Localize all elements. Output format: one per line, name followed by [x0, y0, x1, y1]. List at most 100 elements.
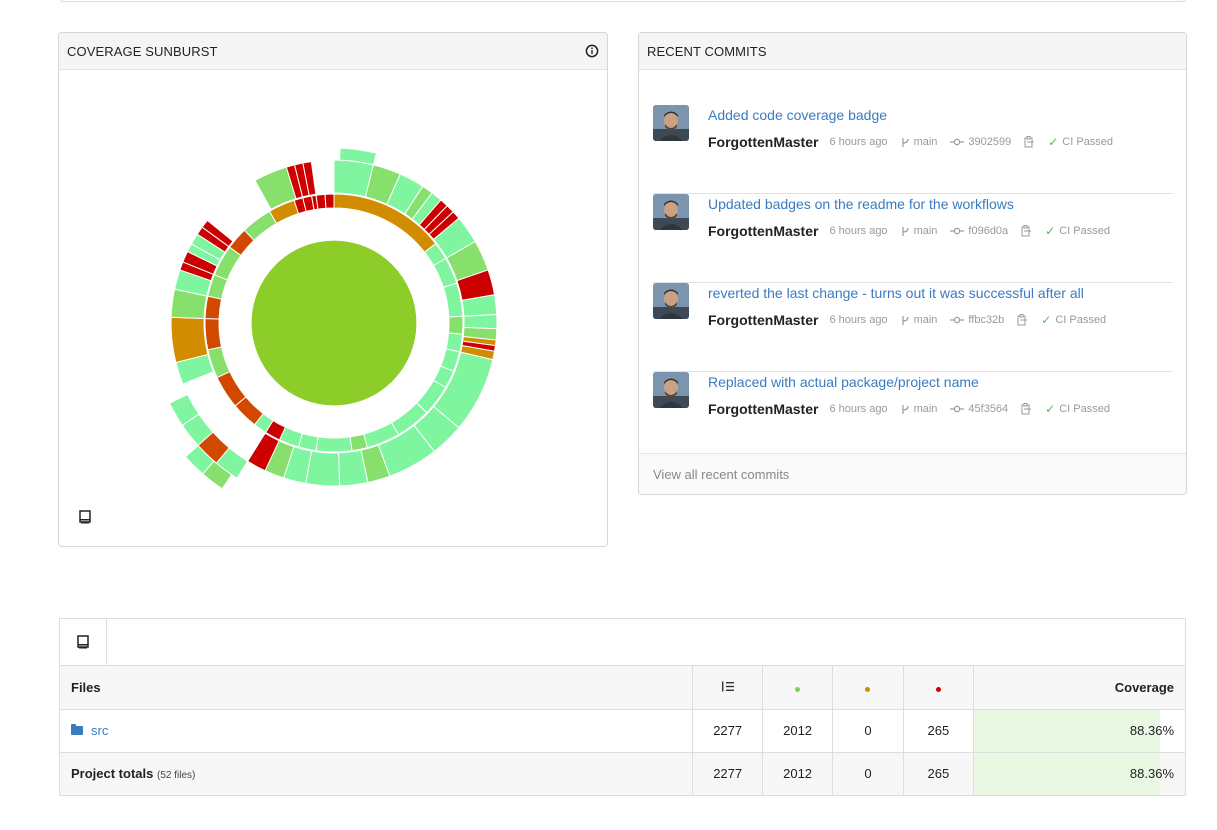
coverage-cell: 88.36%	[972, 709, 1185, 752]
branch-icon	[901, 137, 909, 147]
sunburst-segment[interactable]	[216, 370, 247, 407]
commit-author[interactable]: ForgottenMaster	[708, 223, 818, 239]
table-header-row: Files Coverage	[60, 666, 1185, 709]
branch-icon	[901, 404, 909, 414]
sunburst-segment[interactable]	[324, 193, 335, 209]
sunburst-chart[interactable]	[59, 70, 607, 510]
branch-icon	[901, 226, 909, 236]
sunburst-segment[interactable]	[315, 436, 353, 453]
totals-hits-cell: 2012	[762, 752, 833, 795]
commit-title-link[interactable]: Replaced with actual package/project nam…	[708, 374, 979, 390]
commit-title-link[interactable]: Updated badges on the readme for the wor…	[708, 196, 1014, 212]
ci-status-text: CI Passed	[1062, 136, 1114, 148]
lines-cell: 2277	[692, 709, 763, 752]
totals-coverage-value: 88.36%	[1129, 766, 1174, 782]
commits-header: RECENT COMMITS	[639, 33, 1186, 70]
ci-status-text: CI Passed	[1055, 314, 1107, 326]
copy-icon[interactable]	[1021, 225, 1032, 237]
commit-sha[interactable]: 3902599	[950, 136, 1011, 148]
commit-icon	[950, 227, 965, 235]
check-icon: ✓	[1041, 313, 1052, 327]
commit-item[interactable]: Replaced with actual package/project nam…	[653, 372, 1173, 461]
recent-commits-panel: RECENT COMMITS Added code coverage badge…	[638, 32, 1187, 495]
sha-value: 45f3564	[968, 403, 1009, 415]
lines-icon	[721, 680, 734, 695]
check-icon: ✓	[1045, 402, 1056, 416]
ci-status: ✓ CI Passed	[1045, 402, 1110, 416]
book-icon[interactable]	[78, 510, 92, 524]
copy-icon[interactable]	[1017, 314, 1028, 326]
commit-sha[interactable]: ffbc32b	[950, 314, 1004, 326]
totals-file-count: (52 files)	[156, 770, 196, 782]
lines-header[interactable]	[692, 666, 763, 709]
commit-author[interactable]: ForgottenMaster	[708, 134, 818, 150]
ci-status-text: CI Passed	[1059, 225, 1110, 237]
branch-name: main	[913, 136, 938, 148]
commits-title: RECENT COMMITS	[647, 43, 767, 59]
commit-title-link[interactable]: reverted the last change - turns out it …	[708, 285, 1084, 301]
commit-time: 6 hours ago	[829, 403, 888, 415]
commit-sha[interactable]: f096d0a	[950, 225, 1008, 237]
hits-header[interactable]	[762, 666, 833, 709]
info-circle-icon[interactable]	[585, 44, 599, 58]
avatar[interactable]	[653, 105, 689, 141]
commit-branch: main	[901, 225, 938, 237]
commit-title-link[interactable]: Added code coverage badge	[708, 107, 887, 123]
sunburst-header: COVERAGE SUNBURST	[59, 33, 607, 70]
commit-branch: main	[901, 403, 937, 415]
coverage-sunburst-panel: COVERAGE SUNBURST	[58, 32, 608, 547]
table-row[interactable]: src 2277 2012 0 265 88.36%	[60, 709, 1185, 752]
sha-value: 3902599	[968, 136, 1012, 148]
commit-time: 6 hours ago	[829, 225, 888, 237]
commit-meta: ForgottenMaster 6 hours ago main 3902599…	[708, 134, 1113, 150]
commit-author[interactable]: ForgottenMaster	[708, 401, 818, 417]
commit-branch: main	[901, 314, 938, 326]
misses-header[interactable]	[902, 666, 974, 709]
totals-label: Project totals	[71, 766, 154, 782]
sunburst-segment[interactable]	[448, 315, 464, 335]
book-icon[interactable]	[60, 619, 107, 665]
coverage-value: 88.36%	[1129, 723, 1174, 738]
copy-icon[interactable]	[1024, 136, 1035, 148]
branch-name: main	[913, 314, 938, 326]
commit-icon	[950, 405, 965, 413]
top-card-edge	[59, 0, 1186, 2]
branch-icon	[901, 315, 909, 325]
branch-name: main	[913, 225, 938, 237]
totals-row: Project totals (52 files) 2277 2012 0 26…	[60, 752, 1185, 795]
sunburst-segment[interactable]	[315, 193, 327, 210]
commit-item[interactable]: reverted the last change - turns out it …	[653, 283, 1173, 372]
commit-author[interactable]: ForgottenMaster	[708, 312, 818, 328]
files-header[interactable]: Files	[60, 666, 693, 709]
commit-sha[interactable]: 45f3564	[950, 403, 1008, 415]
partials-header[interactable]	[832, 666, 904, 709]
coverage-header[interactable]: Coverage	[972, 666, 1185, 709]
partials-cell: 0	[832, 709, 904, 752]
folder-name: src	[91, 723, 109, 738]
file-name-cell[interactable]: src	[60, 709, 693, 752]
totals-misses-cell: 265	[902, 752, 974, 795]
avatar[interactable]	[653, 194, 689, 230]
totals-partials-cell: 0	[832, 752, 904, 795]
src-folder-link[interactable]: src	[71, 723, 108, 738]
commit-item[interactable]: Added code coverage badge ForgottenMaste…	[653, 105, 1173, 194]
view-all-commits-link[interactable]: View all recent commits	[639, 453, 1186, 494]
commit-item[interactable]: Updated badges on the readme for the wor…	[653, 194, 1173, 283]
sunburst-segment[interactable]	[170, 316, 209, 364]
copy-icon[interactable]	[1021, 403, 1032, 415]
commit-meta: ForgottenMaster 6 hours ago main f096d0a…	[708, 223, 1110, 239]
sunburst-segment[interactable]	[204, 295, 223, 320]
ci-status: ✓ CI Passed	[1048, 135, 1113, 149]
totals-coverage-cell: 88.36%	[972, 752, 1185, 795]
sunburst-segment[interactable]	[250, 239, 418, 407]
sunburst-segment[interactable]	[204, 317, 223, 351]
totals-lines-cell: 2277	[692, 752, 763, 795]
sunburst-segment[interactable]	[349, 433, 369, 452]
avatar[interactable]	[653, 372, 689, 408]
ci-status: ✓ CI Passed	[1041, 313, 1106, 327]
sha-value: f096d0a	[968, 225, 1009, 237]
commit-time: 6 hours ago	[829, 136, 888, 148]
commit-icon	[950, 138, 965, 146]
avatar[interactable]	[653, 283, 689, 319]
sunburst-segment[interactable]	[463, 313, 498, 330]
